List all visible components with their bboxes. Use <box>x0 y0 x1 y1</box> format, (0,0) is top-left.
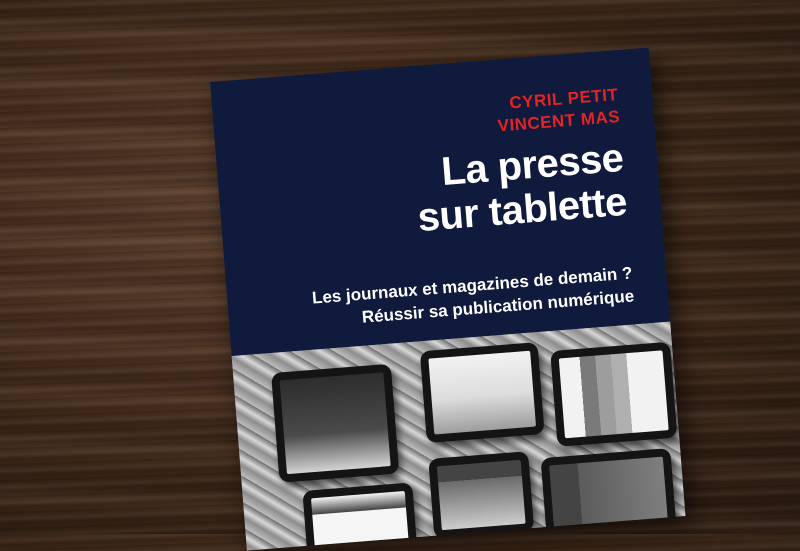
cover-top-panel: CYRIL PETIT VINCENT MAS La presse sur ta… <box>210 47 671 357</box>
tablet-image-3 <box>550 341 678 447</box>
tablet-image-6 <box>540 448 677 538</box>
tablet-image-1 <box>271 363 400 483</box>
tablet-image-4 <box>302 482 418 551</box>
tablet-image-2 <box>419 342 545 444</box>
book-subtitle: Les journaux et magazines de demain ? Ré… <box>311 261 635 332</box>
author-names: CYRIL PETIT VINCENT MAS <box>495 84 621 137</box>
book-cover: CYRIL PETIT VINCENT MAS La presse sur ta… <box>210 47 686 551</box>
tablet-image-5 <box>428 451 535 539</box>
book-title: La presse sur tablette <box>413 136 628 240</box>
cover-newspaper-collage <box>231 321 686 551</box>
